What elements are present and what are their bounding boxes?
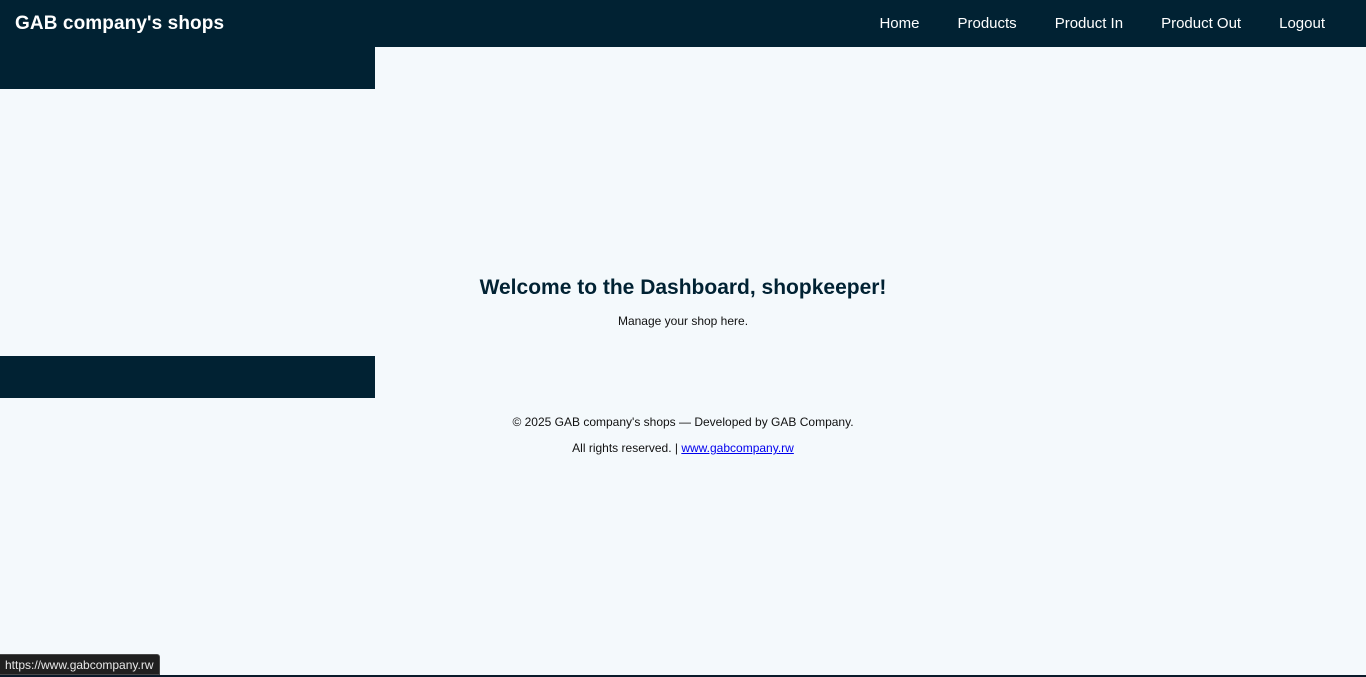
footer-website-link[interactable]: www.gabcompany.rw xyxy=(681,441,794,455)
status-bar-url: https://www.gabcompany.rw xyxy=(0,654,160,675)
footer-rights-line: All rights reserved. | www.gabcompany.rw xyxy=(0,435,1366,461)
nav-logout-link[interactable]: Logout xyxy=(1260,15,1344,32)
nav-product-out-link[interactable]: Product Out xyxy=(1142,15,1260,32)
sidebar-block-bottom xyxy=(0,356,375,398)
nav-product-in-link[interactable]: Product In xyxy=(1036,15,1142,32)
nav-products-link[interactable]: Products xyxy=(938,15,1035,32)
footer-copyright: © 2025 GAB company's shops — Developed b… xyxy=(512,415,854,429)
page-title: Welcome to the Dashboard, shopkeeper! xyxy=(479,276,887,299)
top-navbar: GAB company's shops Home Products Produc… xyxy=(0,0,1366,47)
brand-title[interactable]: GAB company's shops xyxy=(15,13,224,35)
page-footer: © 2025 GAB company's shops — Developed b… xyxy=(0,409,1366,461)
sidebar-block-top xyxy=(0,47,375,89)
welcome-section: Welcome to the Dashboard, shopkeeper! Ma… xyxy=(0,276,1366,328)
nav-home-link[interactable]: Home xyxy=(860,15,938,32)
nav-links: Home Products Product In Product Out Log… xyxy=(860,15,1344,32)
footer-rights-text: All rights reserved. | xyxy=(572,441,682,455)
page-subtitle: Manage your shop here. xyxy=(617,314,749,328)
